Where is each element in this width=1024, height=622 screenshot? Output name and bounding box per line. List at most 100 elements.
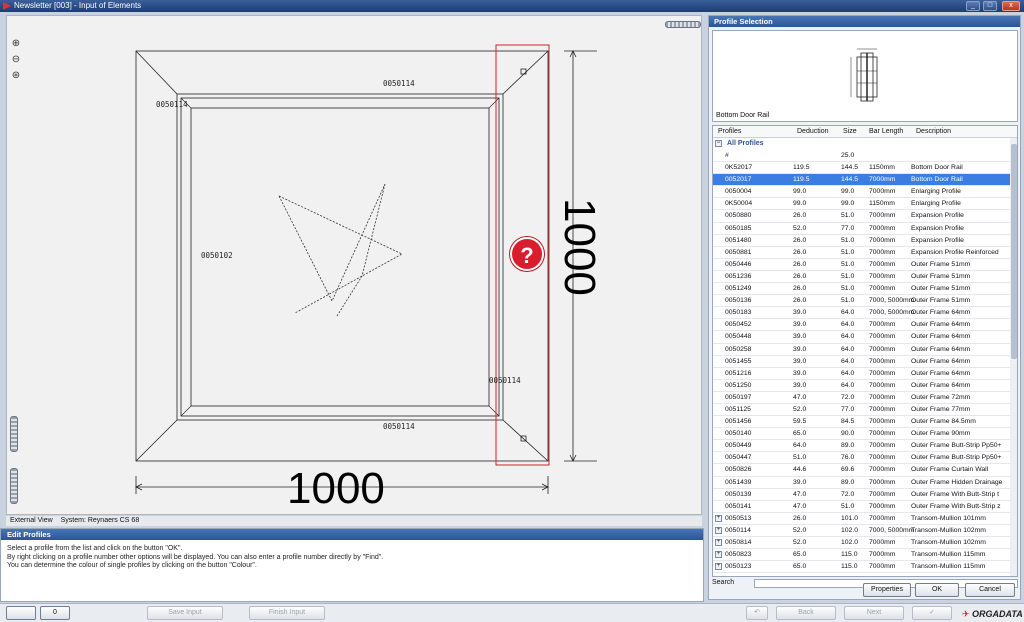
table-row[interactable]: 0050446 26.0 51.0 7000mm Outer Frame 51mm: [713, 259, 1017, 271]
tool-button-2[interactable]: 0: [40, 606, 70, 620]
table-row[interactable]: 0051216 39.0 64.0 7000mm Outer Frame 64mm: [713, 368, 1017, 380]
scrollbar-thumb[interactable]: [1011, 144, 1017, 359]
table-row[interactable]: 0050881 26.0 51.0 7000mm Expansion Profile R…: [713, 247, 1017, 259]
table-row[interactable]: 0050449 64.0 89.0 7000mm Outer Frame Butt-St…: [713, 440, 1017, 453]
finish-input-button[interactable]: Finish Input: [249, 606, 325, 620]
column-header-deduction[interactable]: Deduction: [797, 128, 829, 135]
expand-icon[interactable]: +: [715, 514, 722, 522]
help-question-icon[interactable]: ?: [510, 237, 544, 271]
cell-bar-length: 7000mm: [869, 333, 896, 341]
cell-size: 51.0: [841, 285, 855, 293]
table-row[interactable]: +0050123 65.0 115.0 7000mm Transom-Mullion 1…: [713, 561, 1017, 574]
vertical-scroll-grip-lower[interactable]: [10, 468, 18, 504]
ok-button[interactable]: OK: [915, 583, 959, 597]
zoom-fit-icon[interactable]: ⊛: [10, 70, 22, 82]
table-row[interactable]: +0050513 26.0 101.0 7000mm Transom-Mullion 1…: [713, 513, 1017, 525]
expand-icon[interactable]: +: [715, 526, 722, 534]
table-row[interactable]: 0051439 39.0 89.0 7000mm Outer Frame Hidden …: [713, 477, 1017, 489]
profile-table[interactable]: Profiles Deduction Size Bar Length Descr…: [712, 125, 1018, 577]
cell-size: 64.0: [841, 357, 855, 365]
profile-label-center[interactable]: 0050102: [201, 251, 233, 260]
cell-profile: 0050183: [725, 309, 752, 317]
undo-button[interactable]: ↶: [746, 606, 768, 620]
table-row[interactable]: 0050140 65.0 90.0 7000mm Outer Frame 90mm: [713, 428, 1017, 441]
cell-profile: 0050185: [725, 224, 752, 232]
minimize-button[interactable]: _: [966, 1, 980, 11]
back-button[interactable]: Back: [776, 606, 836, 620]
collapse-icon[interactable]: −: [715, 140, 722, 147]
dimension-width[interactable]: 1000: [287, 467, 385, 511]
properties-button[interactable]: Properties: [863, 583, 911, 597]
cancel-button[interactable]: Cancel: [965, 583, 1015, 597]
confirm-button[interactable]: ✓: [912, 606, 952, 620]
cell-profile: 0050004: [725, 188, 752, 196]
table-row[interactable]: 0050139 47.0 72.0 7000mm Outer Frame With Bu…: [713, 489, 1017, 501]
table-row[interactable]: +0050823 65.0 115.0 7000mm Transom-Mullion 1…: [713, 549, 1017, 562]
tool-button-1[interactable]: [6, 606, 36, 620]
cell-deduction: 26.0: [793, 514, 807, 522]
zoom-in-icon[interactable]: ⊕: [10, 38, 22, 50]
table-row[interactable]: 0052017 119.5 144.5 7000mm Bottom Door Rail: [713, 174, 1017, 187]
table-row[interactable]: 0050183 39.0 64.0 7000, 5000mm Outer Frame 6…: [713, 307, 1017, 320]
cell-profile: 0050136: [725, 297, 752, 305]
expand-icon[interactable]: +: [715, 539, 722, 546]
table-row[interactable]: 0050447 51.0 76.0 7000mm Outer Frame Butt-St…: [713, 452, 1017, 465]
table-row[interactable]: 0051250 39.0 64.0 7000mm Outer Frame 64mm: [713, 380, 1017, 392]
table-row[interactable]: 0051480 26.0 51.0 7000mm Expansion Profile: [713, 235, 1017, 247]
column-header-bar-length[interactable]: Bar Length: [869, 128, 903, 135]
cell-profile: 0050258: [725, 345, 752, 353]
table-row[interactable]: 0051125 52.0 77.0 7000mm Outer Frame 77mm: [713, 404, 1017, 417]
table-row[interactable]: 0051236 26.0 51.0 7000mm Outer Frame 51mm: [713, 271, 1017, 284]
column-header-description[interactable]: Description: [916, 128, 951, 135]
cell-deduction: 64.0: [793, 442, 807, 450]
maximize-button[interactable]: □: [983, 1, 997, 11]
cell-size: 89.0: [841, 442, 855, 450]
cell-deduction: 44.6: [793, 466, 807, 474]
table-row[interactable]: 0050141 47.0 51.0 7000mm Outer Frame With Bu…: [713, 501, 1017, 513]
close-button[interactable]: x: [1002, 1, 1020, 11]
cell-deduction: 51.0: [793, 454, 807, 462]
table-row[interactable]: 0050258 39.0 64.0 7000mm Outer Frame 64mm: [713, 344, 1017, 356]
dimension-height[interactable]: 1000: [555, 198, 604, 296]
expand-icon[interactable]: +: [715, 563, 722, 571]
drawing-canvas[interactable]: ⊕ ⊖ ⊛ 0050114 0050114 0050102 0050114 00…: [6, 15, 702, 515]
cell-bar-length: 7000mm: [869, 454, 896, 462]
table-row[interactable]: 0051249 26.0 51.0 7000mm Outer Frame 51mm: [713, 283, 1017, 296]
table-row[interactable]: 0050826 44.6 69.6 7000mm Outer Frame Curtain…: [713, 464, 1017, 477]
group-all-profiles[interactable]: − All Profiles: [713, 138, 1017, 150]
zoom-out-icon[interactable]: ⊖: [10, 54, 22, 66]
table-row[interactable]: 0050197 47.0 72.0 7000mm Outer Frame 72mm: [713, 392, 1017, 404]
profile-label-left-top[interactable]: 0050114: [156, 100, 188, 109]
column-header-profiles[interactable]: Profiles: [718, 128, 741, 135]
profile-label-top[interactable]: 0050114: [383, 79, 415, 88]
vertical-scroll-grip[interactable]: [10, 416, 18, 452]
profile-label-right[interactable]: 0050114: [489, 376, 521, 385]
table-row[interactable]: +0050814 52.0 102.0 7000mm Transom-Mullion 1…: [713, 537, 1017, 550]
table-row[interactable]: 0050004 99.0 99.0 7000mm Enlarging Profile: [713, 186, 1017, 199]
table-row[interactable]: 0K52017 119.5 144.5 1150mm Bottom Door Rail: [713, 162, 1017, 175]
cell-profile: 0050139: [725, 490, 752, 498]
cell-bar-length: 7000mm: [869, 551, 896, 559]
next-button[interactable]: Next: [844, 606, 904, 620]
table-row[interactable]: #25.0: [713, 150, 1017, 163]
table-row[interactable]: 0050880 26.0 51.0 7000mm Expansion Profile: [713, 210, 1017, 223]
table-row[interactable]: 0051455 39.0 64.0 7000mm Outer Frame 64mm: [713, 356, 1017, 368]
cell-profile: 0051455: [725, 357, 752, 365]
save-input-button[interactable]: Save Input: [147, 606, 223, 620]
table-row[interactable]: +0050114 52.0 102.0 7000, 5000mm Transom-Mul…: [713, 525, 1017, 537]
table-row[interactable]: 0050185 52.0 77.0 7000mm Expansion Profile: [713, 223, 1017, 235]
table-header: Profiles Deduction Size Bar Length Descr…: [713, 126, 1017, 138]
table-row[interactable]: 0051456 59.5 84.5 7000mm Outer Frame 84.5mm: [713, 416, 1017, 429]
table-row[interactable]: 0050136 26.0 51.0 7000, 5000mm Outer Frame 5…: [713, 295, 1017, 308]
orgadata-logo: ✈ ORGADATA: [962, 609, 1023, 620]
column-header-size[interactable]: Size: [843, 128, 857, 135]
cell-bar-length: 7000mm: [869, 345, 896, 353]
profile-label-bottom[interactable]: 0050114: [383, 422, 415, 431]
cell-bar-length: 7000mm: [869, 260, 896, 268]
table-row[interactable]: 0K50004 99.0 99.0 1150mm Enlarging Profile: [713, 198, 1017, 211]
horizontal-scroll-grip[interactable]: [665, 21, 701, 28]
expand-icon[interactable]: +: [715, 551, 722, 559]
table-row[interactable]: 0050452 39.0 64.0 7000mm Outer Frame 64mm: [713, 319, 1017, 332]
table-row[interactable]: 0050448 39.0 64.0 7000mm Outer Frame 64mm: [713, 331, 1017, 344]
list-scrollbar[interactable]: [1010, 138, 1017, 576]
